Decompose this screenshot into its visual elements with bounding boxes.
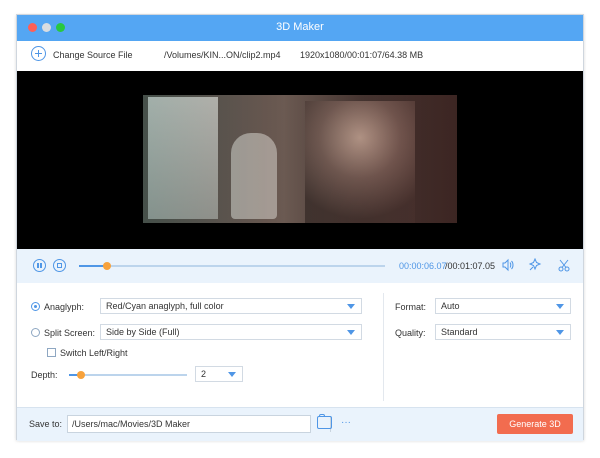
quality-label: Quality:: [395, 328, 426, 338]
format-select-value: Auto: [441, 301, 460, 311]
browse-button[interactable]: ···: [330, 416, 361, 432]
add-source-icon[interactable]: [31, 46, 46, 61]
split-screen-radio[interactable]: [31, 328, 40, 337]
quality-select-value: Standard: [441, 327, 478, 337]
current-time: 00:00:06.07: [399, 261, 447, 271]
app-window: 3D Maker Change Source File /Volumes/KIN…: [16, 14, 584, 441]
anaglyph-select[interactable]: Red/Cyan anaglyph, full color: [100, 298, 362, 314]
scissors-icon[interactable]: [557, 258, 571, 272]
video-frame: [143, 95, 457, 223]
depth-label: Depth:: [31, 370, 58, 380]
quality-select[interactable]: Standard: [435, 324, 571, 340]
chevron-down-icon: [228, 372, 236, 377]
anaglyph-radio[interactable]: [31, 302, 40, 311]
format-label: Format:: [395, 302, 427, 312]
change-source-button[interactable]: Change Source File: [53, 50, 133, 60]
bottom-bar: Save to: /Users/mac/Movies/3D Maker ··· …: [17, 407, 583, 441]
divider: [383, 293, 384, 401]
switch-left-right-checkbox[interactable]: [47, 348, 56, 357]
settings-panel: Anaglyph: Red/Cyan anaglyph, full color …: [17, 283, 583, 407]
pause-icon[interactable]: [33, 259, 46, 272]
anaglyph-select-value: Red/Cyan anaglyph, full color: [106, 301, 224, 311]
playback-controls: 00:00:06.07 /00:01:07.05: [17, 249, 583, 284]
volume-icon[interactable]: [501, 258, 515, 272]
effect-icon[interactable]: [528, 257, 542, 272]
window-title: 3D Maker: [276, 21, 324, 33]
save-path-value: /Users/mac/Movies/3D Maker: [72, 419, 191, 429]
video-preview: [17, 71, 583, 249]
depth-select-value: 2: [201, 369, 207, 379]
depth-slider[interactable]: [69, 371, 187, 379]
format-select[interactable]: Auto: [435, 298, 571, 314]
anaglyph-label: Anaglyph:: [44, 302, 85, 312]
generate-3d-button[interactable]: Generate 3D: [497, 414, 573, 434]
split-screen-select-value: Side by Side (Full): [106, 327, 180, 337]
title-bar: 3D Maker: [17, 15, 583, 41]
folder-icon[interactable]: [317, 414, 332, 429]
split-screen-label: Split Screen:: [44, 328, 96, 338]
chevron-down-icon: [347, 330, 355, 335]
chevron-down-icon: [556, 330, 564, 335]
split-screen-select[interactable]: Side by Side (Full): [100, 324, 362, 340]
source-file-path: /Volumes/KIN...ON/clip2.mp4: [164, 50, 281, 60]
total-time: /00:01:07.05: [445, 261, 496, 271]
progress-thumb[interactable]: [102, 262, 111, 270]
switch-left-right-label: Switch Left/Right: [60, 348, 128, 358]
progress-slider[interactable]: [79, 262, 385, 270]
depth-thumb[interactable]: [76, 371, 85, 379]
save-to-label: Save to:: [29, 419, 63, 429]
stop-icon[interactable]: [53, 259, 66, 272]
chevron-down-icon: [556, 304, 564, 309]
chevron-down-icon: [347, 304, 355, 309]
save-path-field[interactable]: /Users/mac/Movies/3D Maker ···: [67, 415, 351, 433]
toolbar: Change Source File /Volumes/KIN...ON/cli…: [17, 41, 583, 72]
depth-select[interactable]: 2: [195, 366, 243, 382]
source-file-info: 1920x1080/00:01:07/64.38 MB: [300, 50, 424, 60]
